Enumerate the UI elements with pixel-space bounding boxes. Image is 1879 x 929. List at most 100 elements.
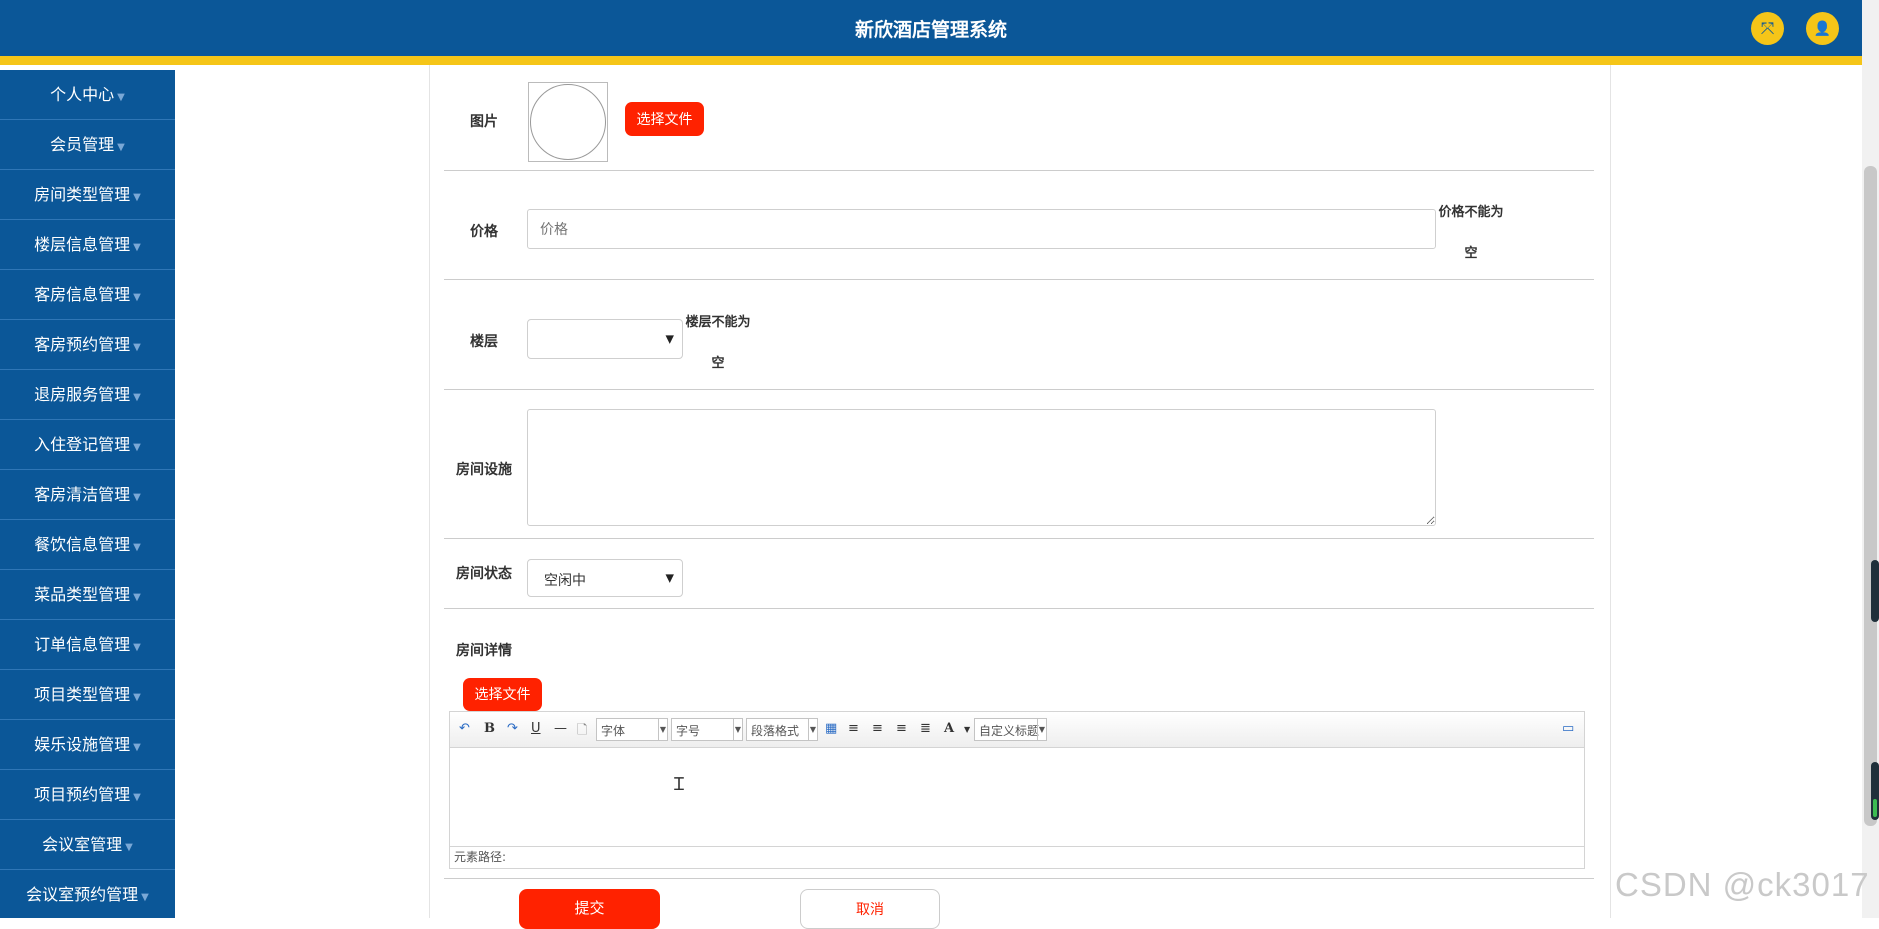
price-input[interactable]	[527, 209, 1436, 249]
cancel-button[interactable]: 取消	[800, 889, 940, 929]
chevron-down-icon: ▼	[658, 719, 667, 740]
sidebar-item-label: 项目预约管理	[34, 785, 131, 804]
custom-title-combo[interactable]: 自定义标题 ▼	[974, 718, 1047, 741]
chevron-down-icon: ▼	[133, 492, 141, 503]
image-choose-file-button[interactable]: 选择文件	[625, 102, 704, 136]
image-label: 图片	[470, 114, 498, 130]
floor-select[interactable]: ▼	[527, 319, 683, 359]
chevron-down-icon: ▼	[133, 642, 141, 653]
undo-icon[interactable]: ↶	[459, 721, 470, 736]
price-error: 价格不能为 空	[1438, 205, 1504, 261]
sidebar-item-label: 退房服务管理	[34, 385, 131, 404]
sidebar-item-dining[interactable]: 餐饮信息管理 ▼	[0, 520, 175, 570]
sidebar-item-label: 客房信息管理	[34, 285, 131, 304]
sidebar-item-label: 娱乐设施管理	[34, 735, 131, 754]
floor-label: 楼层	[470, 334, 498, 350]
chevron-down-icon: ▼	[808, 719, 817, 740]
chevron-down-icon: ▼	[133, 792, 141, 803]
status-label: 房间状态	[456, 566, 512, 582]
chevron-down-icon: ▼	[665, 332, 674, 346]
details-choose-file-button[interactable]: 选择文件	[463, 678, 542, 711]
sidebar-item-checkin[interactable]: 入住登记管理 ▼	[0, 420, 175, 470]
image-preview	[528, 82, 608, 162]
sidebar-item-label: 会议室管理	[42, 835, 123, 854]
align-center-icon[interactable]: ≡	[896, 721, 907, 736]
sidebar-item-project-types[interactable]: 项目类型管理 ▼	[0, 670, 175, 720]
user-icon: 👤	[1813, 20, 1832, 37]
chevron-down-icon: ▼	[133, 342, 141, 353]
sidebar-item-entertainment[interactable]: 娱乐设施管理 ▼	[0, 720, 175, 770]
chevron-down-icon: ▼	[133, 442, 141, 453]
sidebar-item-label: 会议室预约管理	[26, 885, 139, 904]
justify-icon[interactable]: ≣	[920, 721, 931, 736]
sidebar-item-label: 客房预约管理	[34, 335, 131, 354]
chevron-down-icon: ▼	[133, 292, 141, 303]
form-row-image: 图片 选择文件	[444, 65, 1594, 171]
redo-icon[interactable]: ↷	[507, 721, 518, 736]
scroll-indicator	[1871, 560, 1879, 622]
form-row-price: 价格 价格不能为 空	[444, 171, 1594, 280]
sidebar-item-label: 楼层信息管理	[34, 235, 131, 254]
chevron-down-icon: ▼	[133, 242, 141, 253]
font-family-combo[interactable]: 字体 ▼	[596, 718, 668, 741]
chevron-down-icon[interactable]: ▼	[964, 725, 970, 734]
sidebar-item-project-reservations[interactable]: 项目预约管理 ▼	[0, 770, 175, 820]
underline-icon[interactable]: U	[531, 721, 541, 736]
form-row-floor: 楼层 ▼ 楼层不能为 空	[444, 281, 1594, 390]
header-accent-bar	[0, 56, 1862, 65]
sidebar: 个人中心 ▼ 会员管理 ▼ 房间类型管理 ▼ 楼层信息管理 ▼ 客房信息管理 ▼ 客房预约…	[0, 70, 175, 918]
bold-icon[interactable]: B	[484, 721, 495, 736]
chevron-down-icon: ▼	[133, 542, 141, 553]
align-left-icon[interactable]: ≡	[848, 721, 859, 736]
paragraph-format-combo[interactable]: 段落格式 ▼	[746, 718, 818, 741]
sidebar-item-checkout[interactable]: 退房服务管理 ▼	[0, 370, 175, 420]
chevron-down-icon: ▼	[733, 719, 742, 740]
sidebar-item-room-reservations[interactable]: 客房预约管理 ▼	[0, 320, 175, 370]
user-menu-button[interactable]: 👤	[1806, 12, 1839, 45]
sidebar-item-label: 订单信息管理	[34, 635, 131, 654]
sidebar-item-rooms[interactable]: 客房信息管理 ▼	[0, 270, 175, 320]
chevron-down-icon: ▼	[133, 192, 141, 203]
app-title: 新欣酒店管理系统	[854, 19, 1007, 41]
sidebar-item-label: 菜品类型管理	[34, 585, 131, 604]
font-size-combo[interactable]: 字号 ▼	[671, 718, 743, 741]
horizontal-rule-icon[interactable]: —	[554, 721, 567, 736]
price-label: 价格	[470, 224, 498, 240]
sidebar-item-meeting-reservations[interactable]: 会议室预约管理 ▼	[0, 870, 175, 918]
editor-toolbar: ↶ B ↷ U — 🗋 字体 ▼ 字号 ▼ 段落格式 ▼ ▦ ≡ ≡ ≡ ≣ A ▼ …	[450, 712, 1584, 748]
page-scrollbar-thumb[interactable]	[1864, 166, 1877, 826]
form-row-facilities: 房间设施	[444, 391, 1594, 539]
align-right-icon[interactable]: ≡	[872, 721, 883, 736]
chevron-down-icon: ▼	[117, 92, 125, 103]
editor-content-area[interactable]	[450, 748, 1584, 845]
sidebar-item-dish-types[interactable]: 菜品类型管理 ▼	[0, 570, 175, 620]
sidebar-item-orders[interactable]: 订单信息管理 ▼	[0, 620, 175, 670]
fullscreen-button[interactable]: ⤧	[1751, 12, 1784, 45]
sidebar-item-label: 餐饮信息管理	[34, 535, 131, 554]
preview-icon[interactable]: ▭	[1562, 721, 1574, 736]
sidebar-item-label: 项目类型管理	[34, 685, 131, 704]
document-icon[interactable]: 🗋	[577, 721, 587, 743]
chevron-down-icon: ▼	[133, 392, 141, 403]
text-cursor-icon: Ɪ	[674, 774, 685, 795]
sidebar-item-room-types[interactable]: 房间类型管理 ▼	[0, 170, 175, 220]
submit-button[interactable]: 提交	[519, 889, 660, 929]
details-label: 房间详情	[456, 643, 512, 659]
status-select[interactable]: 空闲中 ▼	[527, 559, 683, 597]
sidebar-item-cleaning[interactable]: 客房清洁管理 ▼	[0, 470, 175, 520]
chevron-down-icon: ▼	[1037, 719, 1046, 740]
facilities-label: 房间设施	[456, 462, 512, 478]
sidebar-item-floors[interactable]: 楼层信息管理 ▼	[0, 220, 175, 270]
floor-error: 楼层不能为 空	[685, 315, 751, 371]
chevron-down-icon: ▼	[133, 692, 141, 703]
sidebar-item-label: 入住登记管理	[34, 435, 131, 454]
image-placeholder-icon	[530, 84, 606, 160]
chevron-down-icon: ▼	[141, 892, 149, 903]
table-icon[interactable]: ▦	[825, 721, 837, 736]
facilities-textarea[interactable]	[527, 409, 1436, 526]
font-color-icon[interactable]: A	[944, 721, 954, 736]
sidebar-item-meeting-rooms[interactable]: 会议室管理 ▼	[0, 820, 175, 870]
sidebar-item-members[interactable]: 会员管理 ▼	[0, 120, 175, 170]
sidebar-item-personal-center[interactable]: 个人中心 ▼	[0, 70, 175, 120]
sidebar-item-label: 个人中心	[50, 85, 115, 104]
